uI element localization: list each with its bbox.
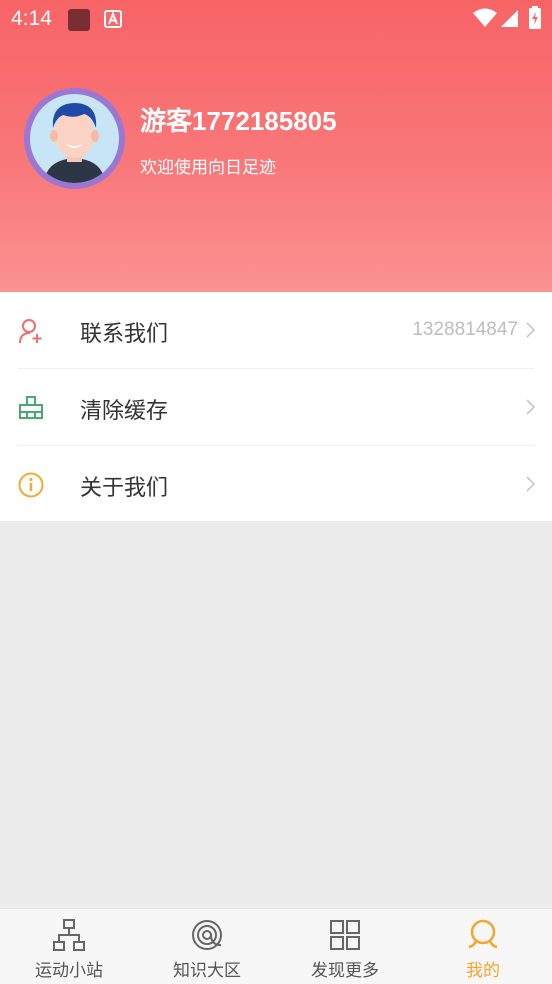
app-notification-icon xyxy=(67,8,91,36)
tab-discover-more[interactable]: 发现更多 xyxy=(276,909,414,984)
tab-label: 知识大区 xyxy=(173,961,241,981)
chevron-right-icon xyxy=(524,321,536,339)
status-bar: 4:14 xyxy=(0,0,552,38)
menu-item-about-us[interactable]: 关于我们 xyxy=(0,446,552,522)
font-notification-icon xyxy=(104,10,122,32)
welcome-text: 欢迎使用向日足迹 xyxy=(140,158,276,178)
tab-knowledge-zone[interactable]: 知识大区 xyxy=(138,909,276,984)
add-user-icon xyxy=(18,318,44,344)
spiral-icon xyxy=(190,918,224,952)
status-time: 4:14 xyxy=(11,7,52,30)
grid-icon xyxy=(328,918,362,952)
menu-item-clear-cache[interactable]: 清除缓存 xyxy=(0,369,552,445)
menu-item-label: 关于我们 xyxy=(80,476,169,501)
menu-item-label: 联系我们 xyxy=(80,322,169,347)
menu-item-contact-us[interactable]: 联系我们 1328814847 xyxy=(0,292,552,368)
settings-menu: 联系我们 1328814847 清除缓存 关于我们 xyxy=(0,292,552,521)
tab-sports-station[interactable]: 运动小站 xyxy=(0,909,138,984)
hierarchy-icon xyxy=(52,918,86,952)
tab-label: 发现更多 xyxy=(311,961,379,981)
username: 游客1772185805 xyxy=(140,106,337,136)
info-icon xyxy=(18,472,44,498)
tab-mine[interactable]: 我的 xyxy=(414,909,552,984)
wifi-icon xyxy=(472,8,498,32)
broom-icon xyxy=(18,395,44,421)
tab-label: 我的 xyxy=(466,961,500,981)
menu-item-label: 清除缓存 xyxy=(80,399,169,424)
profile-icon xyxy=(466,918,500,952)
avatar[interactable] xyxy=(24,88,125,189)
bottom-tab-bar: 运动小站 知识大区 发现更多 我的 xyxy=(0,908,552,984)
profile-header: 4:14 游客1772185805 欢迎使用向日足迹 xyxy=(0,0,552,292)
chevron-right-icon xyxy=(524,398,536,416)
tab-label: 运动小站 xyxy=(35,961,103,981)
contact-phone: 1328814847 xyxy=(412,319,518,340)
battery-icon xyxy=(528,6,542,34)
chevron-right-icon xyxy=(524,475,536,493)
signal-icon xyxy=(500,9,519,32)
